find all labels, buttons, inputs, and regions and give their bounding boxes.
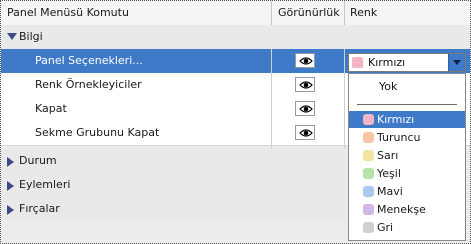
panel-menu-dialog: Panel Menüsü Komutu Görünürlük Renk Bilg… (0, 0, 471, 244)
column-header-command: Panel Menüsü Komutu (7, 6, 129, 19)
color-option-gray[interactable]: Gri (349, 219, 465, 236)
category-label: Durum (19, 154, 57, 167)
color-select[interactable]: Kırmızı (348, 53, 466, 72)
category-row-bilgi[interactable]: Bilgi (1, 25, 470, 50)
option-label: Yeşil (377, 167, 401, 180)
item-label: Renk Örnekleyiciler (35, 78, 142, 91)
category-label: Bilgi (19, 30, 43, 43)
item-label: Panel Seçenekleri... (35, 54, 143, 67)
option-label: Mavi (377, 185, 403, 198)
column-divider[interactable] (271, 1, 272, 25)
column-header-color: Renk (350, 6, 378, 19)
triangle-right-icon[interactable] (7, 181, 14, 191)
color-option-blue[interactable]: Mavi (349, 183, 465, 200)
column-divider[interactable] (344, 1, 345, 25)
eye-icon[interactable] (295, 77, 315, 92)
color-swatch (363, 150, 374, 161)
option-label: Sarı (377, 149, 399, 162)
item-label: Kapat (35, 102, 67, 115)
category-label: Fırçalar (19, 202, 60, 215)
item-label: Sekme Grubunu Kapat (35, 126, 160, 139)
color-swatch (363, 186, 374, 197)
color-swatch (363, 204, 374, 215)
color-option-yellow[interactable]: Sarı (349, 147, 465, 164)
color-option-violet[interactable]: Menekşe (349, 201, 465, 218)
table-header: Panel Menüsü Komutu Görünürlük Renk (1, 1, 470, 26)
color-option-none[interactable]: Yok (349, 78, 465, 95)
category-label: Eylemleri (19, 178, 71, 191)
column-header-visibility: Görünürlük (278, 6, 340, 19)
option-label: Menekşe (377, 203, 426, 216)
separator (357, 104, 457, 105)
option-label: Yok (379, 80, 398, 93)
color-swatch (363, 114, 374, 125)
color-select-value: Kırmızı (368, 56, 406, 69)
chevron-down-icon (453, 60, 461, 65)
column-divider (271, 49, 272, 153)
color-swatch (363, 132, 374, 143)
option-label: Gri (377, 221, 394, 234)
eye-icon[interactable] (295, 101, 315, 116)
eye-icon[interactable] (295, 125, 315, 140)
column-divider (344, 49, 345, 153)
triangle-right-icon[interactable] (7, 205, 14, 215)
option-label: Kırmızı (377, 113, 415, 126)
color-option-green[interactable]: Yeşil (349, 165, 465, 182)
triangle-down-icon[interactable] (7, 33, 17, 40)
color-swatch (352, 57, 363, 68)
color-option-orange[interactable]: Turuncu (349, 129, 465, 146)
eye-icon[interactable] (295, 53, 315, 68)
color-dropdown-list: Yok Kırmızı Turuncu Sarı Yeşil Mavi Mene… (348, 73, 466, 241)
color-option-red[interactable]: Kırmızı (349, 111, 465, 128)
triangle-right-icon[interactable] (7, 157, 14, 167)
dropdown-button[interactable] (448, 54, 465, 71)
option-label: Turuncu (377, 131, 421, 144)
color-swatch (363, 222, 374, 233)
color-swatch (363, 168, 374, 179)
